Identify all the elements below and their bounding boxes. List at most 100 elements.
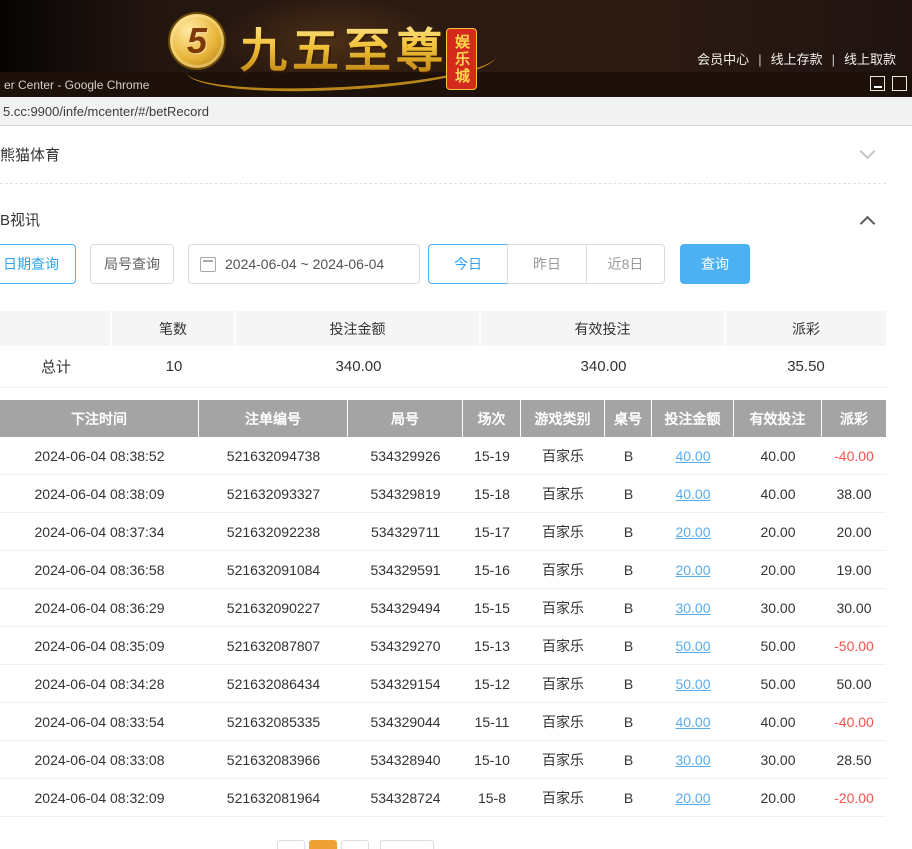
cell-amount: 50.00 <box>652 627 734 664</box>
cell-amount: 30.00 <box>652 589 734 626</box>
table-body: 2024-06-04 08:38:52 521632094738 534329926… <box>0 437 886 817</box>
cell-payout: 50.00 <box>836 675 872 692</box>
cell-session: 15-8 <box>477 789 507 806</box>
minimize-button[interactable] <box>870 76 885 91</box>
bet-amount-link[interactable]: 20.00 <box>675 524 710 540</box>
summary-valid-bet-value: 340.00 <box>481 346 726 387</box>
yesterday-button[interactable]: 昨日 <box>507 244 587 284</box>
logo-coin-text: 5 <box>186 20 208 61</box>
bet-amount-link[interactable]: 20.00 <box>675 562 710 578</box>
cell-payout: 38.00 <box>836 485 872 502</box>
summary-header-valid-bet: 有效投注 <box>481 311 726 346</box>
link-online-deposit[interactable]: 线上存款 <box>771 52 823 67</box>
next-page-button[interactable] <box>341 840 369 849</box>
cell-valid: 50.00 <box>760 675 796 692</box>
cell-amount: 40.00 <box>652 703 734 740</box>
link-online-withdraw[interactable]: 线上取款 <box>844 52 896 67</box>
cell-round: 534328724 <box>370 789 441 806</box>
section-divider <box>0 183 886 184</box>
logo-badge: 娱乐城 <box>446 28 477 90</box>
cell-ticket: 521632091084 <box>226 561 321 578</box>
cell-session: 15-16 <box>474 561 510 578</box>
table-header-row: 下注时间 注单编号 局号 场次 游戏类别 桌号 投注金额 有效投注 派彩 <box>0 400 886 437</box>
maximize-button[interactable] <box>892 76 907 91</box>
cell-time: 2024-06-04 08:36:58 <box>34 561 165 578</box>
url-text: 5.cc:9900/infe/mcenter/#/betRecord <box>3 103 209 119</box>
cell-valid: 40.00 <box>760 485 796 502</box>
date-range-value: 2024-06-04 ~ 2024-06-04 <box>225 256 385 272</box>
cell-payout: -40.00 <box>834 713 874 730</box>
logo-title: 九五至尊 <box>240 12 448 81</box>
cell-round: 534328940 <box>370 751 441 768</box>
bet-amount-link[interactable]: 40.00 <box>675 714 710 730</box>
cell-session: 15-19 <box>474 447 510 464</box>
cell-round: 534329819 <box>370 485 441 502</box>
table-row: 2024-06-04 08:33:54 521632085335 534329044… <box>0 703 886 741</box>
summary-header-empty <box>0 311 112 346</box>
header-valid-bet: 有效投注 <box>734 400 822 437</box>
cell-table-no: B <box>623 713 634 730</box>
cell-amount: 50.00 <box>652 665 734 702</box>
cell-session: 15-18 <box>474 485 510 502</box>
cell-game: 百家乐 <box>542 751 584 768</box>
header-ticket-number: 注单编号 <box>199 400 348 437</box>
header-bet-time: 下注时间 <box>0 400 199 437</box>
round-query-button[interactable]: 局号查询 <box>90 244 174 284</box>
search-button[interactable]: 查询 <box>680 244 750 284</box>
cell-valid: 40.00 <box>760 713 796 730</box>
table-row: 2024-06-04 08:36:58 521632091084 534329591… <box>0 551 886 589</box>
link-member-center[interactable]: 会员中心 <box>697 52 749 67</box>
cell-round: 534329711 <box>370 523 441 540</box>
cell-round: 534329926 <box>370 447 441 464</box>
cell-time: 2024-06-04 08:37:34 <box>34 523 165 540</box>
cell-session: 15-11 <box>474 713 510 730</box>
chevron-down-icon[interactable] <box>859 143 876 160</box>
cell-game: 百家乐 <box>542 637 584 654</box>
bet-amount-link[interactable]: 30.00 <box>675 752 710 768</box>
cell-valid: 20.00 <box>760 523 796 540</box>
header-game-type: 游戏类别 <box>521 400 605 437</box>
cell-game: 百家乐 <box>542 713 584 730</box>
cell-table-no: B <box>623 485 634 502</box>
header-round-number: 局号 <box>348 400 463 437</box>
cell-payout: 30.00 <box>836 599 872 616</box>
section-sports-header[interactable]: 熊猫体育 <box>0 144 60 165</box>
cell-session: 15-10 <box>474 751 510 768</box>
summary-header-bet-amount: 投注金额 <box>236 311 481 346</box>
summary-count-value: 10 <box>112 346 236 387</box>
chevron-up-icon[interactable] <box>859 215 876 232</box>
cell-ticket: 521632081964 <box>226 789 321 806</box>
date-query-button[interactable]: 日期查询 <box>0 244 76 284</box>
cell-game: 百家乐 <box>542 485 584 502</box>
cell-table-no: B <box>623 637 634 654</box>
current-page-button[interactable]: 1 <box>309 840 337 849</box>
bet-amount-link[interactable]: 40.00 <box>675 486 710 502</box>
cell-round: 534329591 <box>370 561 441 578</box>
link-separator: | <box>831 52 835 67</box>
cell-session: 15-13 <box>474 637 510 654</box>
bet-amount-link[interactable]: 50.00 <box>675 638 710 654</box>
bet-amount-link[interactable]: 20.00 <box>675 790 710 806</box>
today-button[interactable]: 今日 <box>428 244 508 284</box>
cell-time: 2024-06-04 08:38:09 <box>34 485 165 502</box>
prev-page-button[interactable] <box>277 840 305 849</box>
summary-total-row: 总计 10 340.00 340.00 35.50 <box>0 346 886 388</box>
bet-amount-link[interactable]: 40.00 <box>675 448 710 464</box>
cell-valid: 30.00 <box>760 599 796 616</box>
url-bar[interactable]: 5.cc:9900/infe/mcenter/#/betRecord <box>0 97 912 126</box>
table-row: 2024-06-04 08:37:34 521632092238 534329711… <box>0 513 886 551</box>
page-size-select[interactable] <box>380 840 434 849</box>
cell-valid: 40.00 <box>760 447 796 464</box>
summary-bet-amount-value: 340.00 <box>236 346 481 387</box>
cell-time: 2024-06-04 08:33:08 <box>34 751 165 768</box>
cell-game: 百家乐 <box>542 599 584 616</box>
date-range-input[interactable]: 2024-06-04 ~ 2024-06-04 <box>188 244 420 284</box>
last-8-days-button[interactable]: 近8日 <box>586 244 665 284</box>
cell-amount: 20.00 <box>652 779 734 816</box>
cell-payout: -40.00 <box>834 447 874 464</box>
section-video-header[interactable]: B视讯 <box>0 209 40 230</box>
bet-amount-link[interactable]: 50.00 <box>675 676 710 692</box>
table-row: 2024-06-04 08:32:09 521632081964 534328724… <box>0 779 886 817</box>
cell-round: 534329044 <box>370 713 441 730</box>
bet-amount-link[interactable]: 30.00 <box>675 600 710 616</box>
